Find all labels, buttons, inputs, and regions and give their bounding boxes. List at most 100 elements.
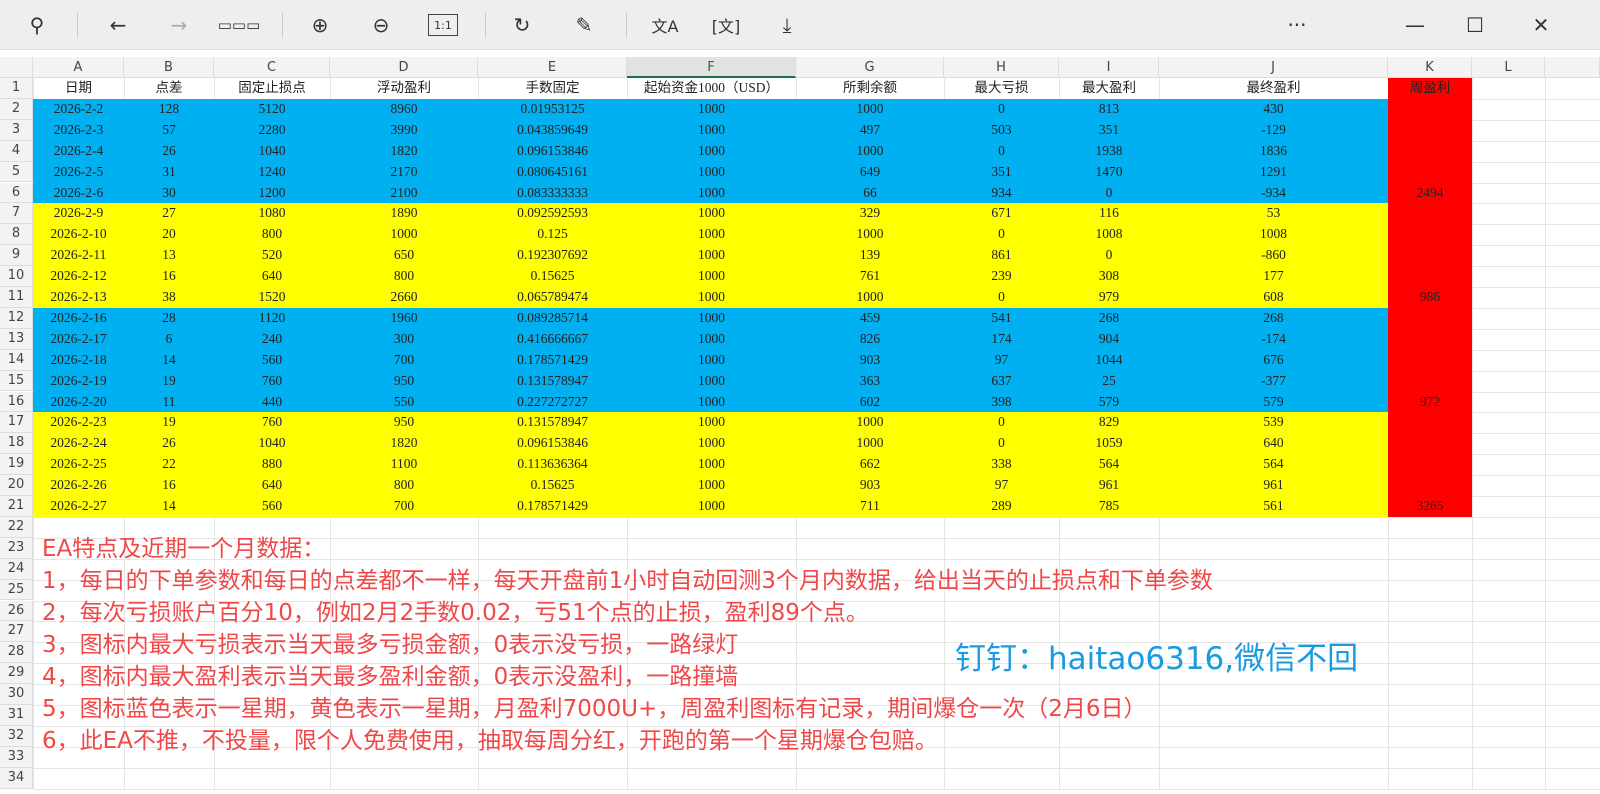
data-cell[interactable]: 1200 [214,183,330,204]
minimize-icon[interactable]: — [1400,10,1430,40]
data-cell[interactable]: 0.178571429 [478,496,627,517]
data-cell[interactable] [1388,141,1472,162]
data-cell[interactable]: 20 [124,224,214,245]
data-cell[interactable]: 1000 [627,141,796,162]
row-header[interactable]: 16 [0,391,33,413]
data-cell[interactable] [1388,433,1472,454]
data-cell[interactable]: 640 [214,266,330,287]
data-cell[interactable]: 608 [1159,287,1388,308]
data-cell[interactable]: 1000 [627,287,796,308]
data-cell[interactable]: 0.15625 [478,266,627,287]
data-cell[interactable]: 28 [124,308,214,329]
data-cell[interactable]: 177 [1159,266,1388,287]
row-header[interactable]: 34 [0,767,33,789]
data-cell[interactable]: 22 [124,454,214,475]
header-cell[interactable]: 起始资金1000（USD） [627,78,796,99]
column-header-g[interactable]: G [796,57,944,78]
data-cell[interactable]: 1000 [627,350,796,371]
forward-arrow-icon[interactable]: → [164,10,194,40]
data-cell[interactable] [1388,329,1472,350]
data-cell[interactable]: 800 [330,266,478,287]
data-cell[interactable]: 497 [796,120,944,141]
row-header[interactable]: 29 [0,663,33,685]
data-cell[interactable] [1388,412,1472,433]
data-cell[interactable]: 826 [796,329,944,350]
edit-icon[interactable]: ✎ [569,10,599,40]
data-cell[interactable]: 880 [214,454,330,475]
data-cell[interactable]: 2026-2-24 [33,433,124,454]
data-cell[interactable]: 1000 [627,308,796,329]
header-cell[interactable]: 手数固定 [478,78,627,99]
data-cell[interactable]: 1000 [796,224,944,245]
row-header[interactable]: 4 [0,140,33,162]
data-cell[interactable]: 1000 [627,245,796,266]
row-header[interactable]: 13 [0,328,33,350]
close-icon[interactable]: ✕ [1526,10,1556,40]
data-cell[interactable]: 1000 [796,141,944,162]
row-header[interactable]: 2 [0,98,33,120]
data-cell[interactable]: 761 [796,266,944,287]
data-cell[interactable]: 1240 [214,162,330,183]
row-header[interactable]: 32 [0,725,33,747]
data-cell[interactable]: 1820 [330,141,478,162]
row-header[interactable]: 18 [0,433,33,455]
data-cell[interactable]: 2026-2-16 [33,308,124,329]
rotate-icon[interactable]: ↻ [507,10,537,40]
data-cell[interactable]: 813 [1059,99,1159,120]
data-cell[interactable]: 1836 [1159,141,1388,162]
data-cell[interactable]: 2026-2-3 [33,120,124,141]
row-header[interactable]: 26 [0,600,33,622]
data-cell[interactable]: 0.080645161 [478,162,627,183]
data-cell[interactable]: 1044 [1059,350,1159,371]
data-cell[interactable]: 128 [124,99,214,120]
data-cell[interactable]: 1000 [627,433,796,454]
data-cell[interactable]: 31 [124,162,214,183]
header-cell[interactable]: 最终盈利 [1159,78,1388,99]
data-cell[interactable]: -377 [1159,371,1388,392]
column-header-e[interactable]: E [478,57,627,78]
data-cell[interactable]: 1000 [627,266,796,287]
data-cell[interactable]: 139 [796,245,944,266]
data-cell[interactable]: 649 [796,162,944,183]
data-cell[interactable]: 174 [944,329,1059,350]
row-header[interactable]: 22 [0,516,33,538]
data-cell[interactable]: -934 [1159,183,1388,204]
data-cell[interactable] [1388,99,1472,120]
data-cell[interactable]: 0.131578947 [478,412,627,433]
header-cell[interactable]: 日期 [33,78,124,99]
data-cell[interactable]: 640 [214,475,330,496]
data-cell[interactable]: 308 [1059,266,1159,287]
data-cell[interactable]: 1008 [1159,224,1388,245]
data-cell[interactable]: 2026-2-2 [33,99,124,120]
data-cell[interactable]: 57 [124,120,214,141]
data-cell[interactable]: 800 [214,224,330,245]
zoom-out-icon[interactable]: ⊖ [366,10,396,40]
column-header-k[interactable]: K [1388,57,1472,78]
data-cell[interactable] [1388,371,1472,392]
row-header[interactable]: 1 [0,78,33,99]
data-cell[interactable] [1388,350,1472,371]
row-header[interactable]: 9 [0,245,33,267]
data-cell[interactable]: 903 [796,350,944,371]
header-cell[interactable]: 浮动盈利 [330,78,478,99]
header-cell[interactable]: 所剩余额 [796,78,944,99]
data-cell[interactable]: 1000 [627,183,796,204]
data-cell[interactable]: 66 [796,183,944,204]
row-header[interactable]: 7 [0,203,33,225]
data-cell[interactable]: 2026-2-17 [33,329,124,350]
data-cell[interactable]: 2026-2-19 [33,371,124,392]
data-cell[interactable]: 1000 [796,433,944,454]
data-cell[interactable]: 2026-2-13 [33,287,124,308]
data-cell[interactable]: 2026-2-11 [33,245,124,266]
data-cell[interactable]: 300 [330,329,478,350]
column-header-j[interactable]: J [1159,57,1388,78]
data-cell[interactable] [1388,203,1472,224]
data-cell[interactable]: 5120 [214,99,330,120]
data-cell[interactable]: 550 [330,392,478,413]
ocr-text-icon[interactable]: [文] [711,10,741,40]
data-cell[interactable] [1388,162,1472,183]
data-cell[interactable]: 1820 [330,433,478,454]
data-cell[interactable]: 0.096153846 [478,141,627,162]
data-cell[interactable]: 2026-2-20 [33,392,124,413]
header-cell[interactable]: 点差 [124,78,214,99]
